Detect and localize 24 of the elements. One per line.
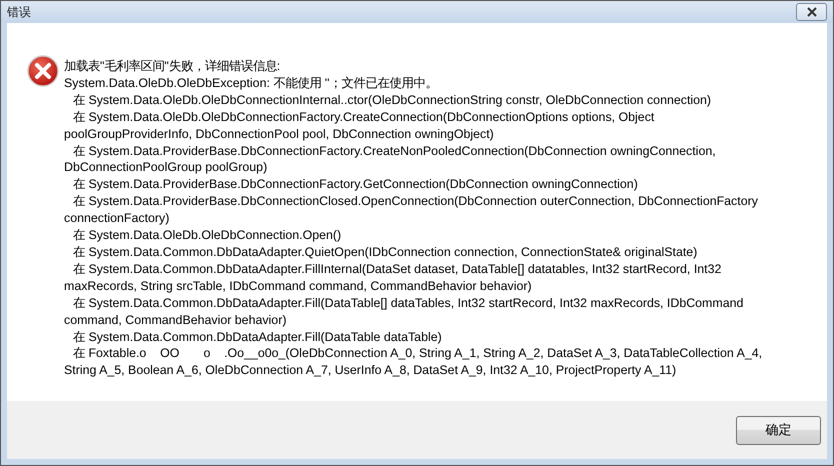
window-title: 错误	[7, 4, 31, 20]
message-line: 在 System.Data.Common.DbDataAdapter.Fill(DataTable dataTable)	[72, 328, 443, 346]
message-line: 在 System.Data.ProviderBase.DbConnectionFactory.CreateNonPooledConnection(DbConnection owningConnection,	[72, 142, 717, 160]
message-line: maxRecords, String srcTable, IDbCommand command, CommandBehavior behavior)	[64, 278, 533, 295]
message-line: 在 System.Data.Common.DbDataAdapter.Fill(DataTable[] dataTables, Int32 startRecord, Int32 maxRecords, IDbCommand	[72, 294, 744, 312]
message-line: 在 System.Data.ProviderBase.DbConnectionFactory.GetConnection(DbConnection owningConnection)	[72, 176, 639, 194]
message-line: 在 System.Data.Common.DbDataAdapter.FillInternal(DataSet dataset, DataTable[] datatables, Int32 startRecord, Int32	[72, 260, 722, 278]
ok-button[interactable]: 确定	[736, 416, 821, 444]
message-line: 在 System.Data.Common.DbDataAdapter.QuietOpen(IDbConnection connection, ConnectionState& originalState)	[72, 244, 698, 261]
message-line: poolGroupProviderInfo, DbConnectionPool pool, DbConnection owningObject)	[64, 126, 495, 143]
message-line: 在 System.Data.OleDb.OleDbConnection.Open()	[72, 227, 342, 244]
error-icon	[27, 55, 59, 87]
message-line: DbConnectionPoolGroup poolGroup)	[64, 159, 268, 176]
message-line: System.Data.OleDb.OleDbException: 不能使用 ''；文件已在使用中。	[64, 74, 439, 92]
close-icon	[806, 7, 818, 17]
message-line: connectionFactory)	[64, 210, 170, 228]
message-line: 加载表"毛利率区间"失败，详细错误信息:	[64, 58, 282, 75]
message-line: command, CommandBehavior behavior)	[64, 312, 288, 328]
message-line: 在 System.Data.OleDb.OleDbConnectionInternal..ctor(OleDbConnectionString constr, OleDbConnection connection)	[72, 92, 712, 109]
message-line: String A_5, Boolean A_6, OleDbConnection A_7, UserInfo A_8, DataSet A_9, Int32 A_10, ProjectProperty A_11)	[64, 362, 678, 380]
close-button[interactable]	[796, 3, 827, 21]
message-line: 在 System.Data.OleDb.OleDbConnectionFactory.CreateConnection(DbConnectionOptions options, Object	[72, 108, 656, 126]
message-line: 在 Foxtable.o OO o .Oo__o0o_(OleDbConnection A_0, String A_1, String A_2, DataSet A_3, DataTableCollection A_4,	[72, 345, 762, 362]
message-line: 在 System.Data.ProviderBase.DbConnectionClosed.OpenConnection(DbConnection outerConnection, DbConnectionFactory	[72, 193, 759, 210]
